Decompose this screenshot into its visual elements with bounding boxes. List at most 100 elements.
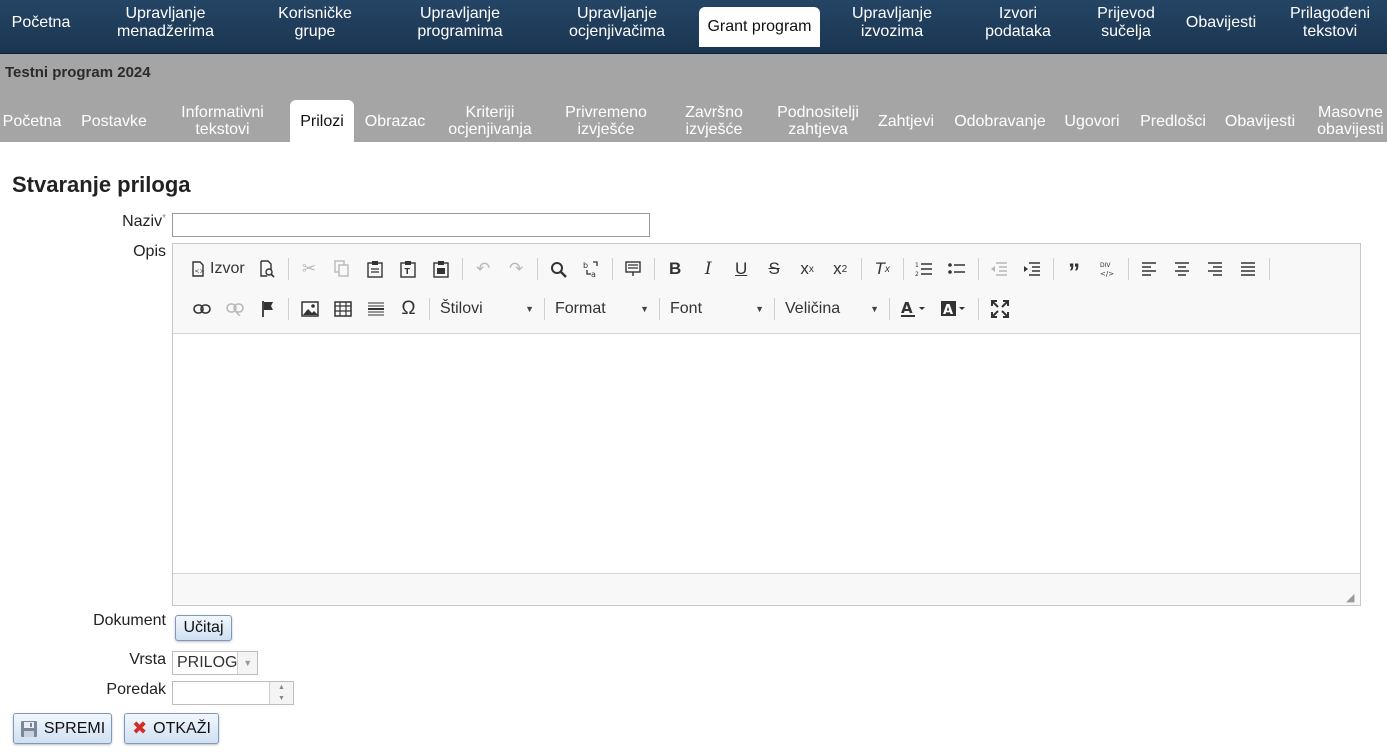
toolbar-separator xyxy=(536,258,538,280)
preview-icon[interactable] xyxy=(251,255,284,283)
topnav-tab-prilagodeni-tekstovi[interactable]: Prilagođeni tekstovi xyxy=(1280,0,1380,46)
format-label: Format xyxy=(555,300,606,317)
subtab-postavke[interactable]: Postavke xyxy=(76,100,152,142)
editor-content-area[interactable] xyxy=(173,334,1360,574)
select-all-icon[interactable] xyxy=(617,255,650,283)
cancel-label: OTKAŽI xyxy=(153,719,211,737)
stepper-arrows: ▲ ▼ xyxy=(269,682,293,704)
stepper-up-icon[interactable]: ▲ xyxy=(270,682,293,693)
maximize-icon[interactable] xyxy=(983,295,1016,323)
subtab-predlosci[interactable]: Predlošci xyxy=(1136,100,1210,142)
svg-text:1: 1 xyxy=(915,262,919,269)
superscript-icon[interactable]: x2 xyxy=(824,255,857,283)
align-left-icon[interactable] xyxy=(1133,255,1166,283)
outdent-icon[interactable] xyxy=(983,255,1016,283)
background-color-icon[interactable]: A xyxy=(934,295,974,323)
subtab-kriteriji-ocjenjivanja[interactable]: Kriteriji ocjenjivanja xyxy=(440,100,540,142)
font-combo[interactable]: Font ▼ xyxy=(664,296,770,322)
blockquote-icon[interactable]: ” xyxy=(1058,255,1091,286)
anchor-flag-icon[interactable] xyxy=(251,295,284,323)
chevron-down-icon: ▼ xyxy=(525,304,534,314)
align-right-icon[interactable] xyxy=(1199,255,1232,283)
resize-handle-icon[interactable]: ◢ xyxy=(1346,591,1356,604)
source-button[interactable]: <> Izvor xyxy=(185,255,251,283)
format-combo[interactable]: Format ▼ xyxy=(549,296,655,322)
close-icon: ✖ xyxy=(132,718,148,738)
italic-icon[interactable]: I xyxy=(692,255,725,283)
paste-icon[interactable] xyxy=(359,255,392,283)
bold-icon[interactable]: B xyxy=(659,255,692,283)
topnav-tab-upravljanje-menadzerima[interactable]: Upravljanje menadžerima xyxy=(100,0,231,46)
subscript-icon[interactable]: xx xyxy=(791,255,824,283)
copy-icon[interactable] xyxy=(326,255,359,283)
topnav-tab-upravljanje-ocjenjivacima[interactable]: Upravljanje ocjenjivačima xyxy=(553,0,681,46)
naziv-input[interactable] xyxy=(172,213,650,237)
indent-icon[interactable] xyxy=(1016,255,1049,283)
subtab-odobravanje[interactable]: Odobravanje xyxy=(951,100,1049,142)
styles-combo[interactable]: Štilovi ▼ xyxy=(434,296,540,322)
font-label: Font xyxy=(670,300,703,317)
topnav-tab-upravljanje-programima[interactable]: Upravljanje programima xyxy=(398,0,522,46)
cut-icon[interactable]: ✂ xyxy=(293,255,326,283)
replace-icon[interactable]: ba xyxy=(575,255,608,283)
toolbar-separator xyxy=(860,258,862,280)
topnav-tab-korisnicke-grupe[interactable]: Korisničke grupe xyxy=(262,0,368,46)
vrsta-select[interactable]: PRILOG ▼ xyxy=(172,651,258,675)
paste-word-icon[interactable] xyxy=(425,255,458,283)
remove-format-icon[interactable]: Tx xyxy=(866,255,899,283)
bulleted-list-icon[interactable] xyxy=(941,255,974,283)
horizontal-line-icon[interactable] xyxy=(359,295,392,323)
poredak-input[interactable] xyxy=(173,682,269,704)
special-char-icon[interactable]: Ω xyxy=(392,295,425,323)
topnav-tab-grant-program[interactable]: Grant program xyxy=(699,7,820,47)
vrsta-value: PRILOG xyxy=(177,654,238,671)
link-icon[interactable] xyxy=(185,295,218,323)
subtab-prilozi[interactable]: Prilozi xyxy=(290,100,354,142)
save-button[interactable]: SPREMI xyxy=(13,713,112,744)
required-marker: * xyxy=(162,213,166,224)
subtab-masovne-obavijesti[interactable]: Masovne obavijesti xyxy=(1314,100,1387,142)
upload-button[interactable]: Učitaj xyxy=(175,615,232,641)
subtab-ugovori[interactable]: Ugovori xyxy=(1060,100,1124,142)
toolbar-separator xyxy=(1127,258,1129,280)
top-navigation: Početna Upravljanje menadžerima Korisnič… xyxy=(0,0,1387,54)
undo-icon[interactable]: ↶ xyxy=(467,255,500,283)
topnav-tab-izvori-podataka[interactable]: Izvori podataka xyxy=(976,0,1060,46)
subtab-informativni-tekstovi[interactable]: Informativni tekstovi xyxy=(170,100,275,142)
redo-icon[interactable]: ↷ xyxy=(500,255,533,283)
image-icon[interactable] xyxy=(293,295,326,323)
topnav-tab-obavijesti[interactable]: Obavijesti xyxy=(1180,0,1262,46)
justify-icon[interactable] xyxy=(1232,255,1265,283)
subtab-obrazac[interactable]: Obrazac xyxy=(360,100,430,142)
topnav-tab-pocetna[interactable]: Početna xyxy=(0,0,82,46)
toolbar-separator xyxy=(774,298,775,320)
text-color-icon[interactable]: A xyxy=(894,295,934,323)
div-container-icon[interactable]: DIV </> xyxy=(1091,255,1124,283)
stepper-down-icon[interactable]: ▼ xyxy=(270,693,293,704)
floppy-icon xyxy=(20,720,37,737)
subtab-zahtjevi[interactable]: Zahtjevi xyxy=(874,100,938,142)
subtab-pocetna[interactable]: Početna xyxy=(0,100,64,142)
svg-text:DIV: DIV xyxy=(1100,262,1111,269)
strike-icon[interactable]: S xyxy=(758,255,791,283)
unlink-icon[interactable] xyxy=(218,295,251,323)
toolbar-separator xyxy=(287,258,289,280)
topnav-tab-prijevod-sucelja[interactable]: Prijevod sučelja xyxy=(1086,0,1166,46)
subtab-podnositelji-zahtjeva[interactable]: Podnositelji zahtjeva xyxy=(772,100,864,142)
subtab-privremeno-izvjesce[interactable]: Privremeno izvješće xyxy=(556,100,656,142)
numbered-list-icon[interactable]: 12 xyxy=(908,255,941,283)
cancel-button[interactable]: ✖ OTKAŽI xyxy=(124,713,219,744)
topnav-tab-upravljanje-izvozima[interactable]: Upravljanje izvozima xyxy=(835,0,949,46)
chevron-down-icon: ▼ xyxy=(870,304,879,314)
toolbar-separator xyxy=(611,258,613,280)
underline-icon[interactable]: U xyxy=(725,255,758,283)
size-combo[interactable]: Veličina ▼ xyxy=(779,296,885,322)
subtab-zavrsno-izvjesce[interactable]: Završno izvješće xyxy=(674,100,754,142)
chevron-down-icon[interactable]: ▼ xyxy=(237,652,257,674)
find-icon[interactable] xyxy=(542,255,575,283)
table-icon[interactable] xyxy=(326,295,359,323)
subtab-obavijesti[interactable]: Obavijesti xyxy=(1221,100,1299,142)
paste-text-icon[interactable]: T xyxy=(392,255,425,283)
toolbar-separator xyxy=(889,298,890,320)
align-center-icon[interactable] xyxy=(1166,255,1199,283)
